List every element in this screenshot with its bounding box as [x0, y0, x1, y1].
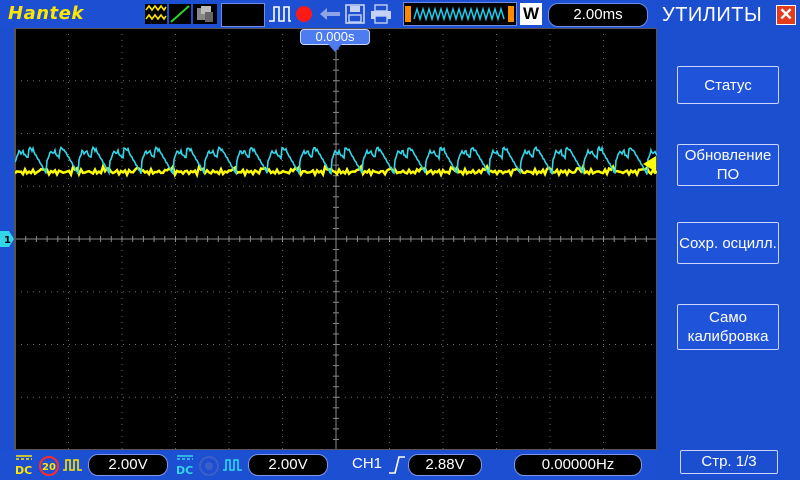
ch1-bw-limit-icon: 20 [39, 456, 59, 476]
save-icon[interactable] [345, 4, 365, 24]
save-waveform-button[interactable]: Сохр. осцилл. [677, 222, 779, 264]
channel-ground-marker-icon[interactable]: 1 [0, 231, 14, 247]
waveform-screen [14, 28, 657, 450]
record-icon[interactable] [294, 4, 314, 24]
frequency-counter: 0.00000Hz [514, 454, 642, 476]
brand-logo: Hantek [8, 3, 84, 24]
ch2-coupling-icon: DC [176, 455, 193, 476]
trigger-source-label[interactable]: CH1 [352, 455, 382, 472]
ch2-volts-div[interactable]: 2.00V [248, 454, 328, 476]
ch2-coupling-text: DC [176, 464, 193, 476]
trigger-position-arrow-icon [328, 44, 342, 52]
ch1-pulse-icon [63, 459, 82, 471]
acquisition-status-box [221, 3, 265, 27]
firmware-update-button[interactable]: Обновление ПО [677, 144, 779, 186]
timebase-display[interactable]: 2.00ms [548, 3, 648, 27]
svg-text:1: 1 [4, 235, 11, 246]
top-toolbar: Hantek W 2.00ms [0, 0, 656, 28]
waveform-display-icon[interactable] [145, 4, 167, 24]
self-calibration-button[interactable]: Само калибровка [677, 304, 779, 350]
status-button[interactable]: Статус [677, 66, 779, 104]
page-indicator[interactable]: Стр. 1/3 [680, 450, 778, 474]
close-icon[interactable]: ✕ [776, 5, 796, 25]
memory-depth-icon[interactable] [403, 2, 517, 26]
trigger-edge-icon[interactable] [268, 4, 292, 24]
trigger-level-display[interactable]: 2.88V [408, 454, 482, 476]
trigger-level-marker-icon[interactable] [643, 156, 656, 172]
ch1-coupling-icon: DC [15, 455, 32, 476]
ch2-pulse-icon [223, 459, 242, 471]
window-mode-indicator: W [520, 3, 542, 25]
printer-icon[interactable] [370, 4, 392, 24]
panel-title: УТИЛИТЫ [662, 4, 763, 26]
line-mode-icon[interactable] [169, 4, 191, 24]
rising-edge-icon[interactable] [388, 455, 406, 475]
ch1-volts-div[interactable]: 2.00V [88, 454, 168, 476]
ch1-bw-limit-text: 20 [42, 462, 56, 473]
ch2-bw-limit-icon [199, 456, 219, 476]
ch1-coupling-text: DC [15, 464, 32, 476]
trigger-time-marker[interactable]: 0.000s [300, 29, 370, 45]
persistence-icon[interactable] [193, 4, 217, 24]
arrow-icon[interactable] [318, 4, 342, 24]
waveform-canvas [15, 28, 657, 450]
